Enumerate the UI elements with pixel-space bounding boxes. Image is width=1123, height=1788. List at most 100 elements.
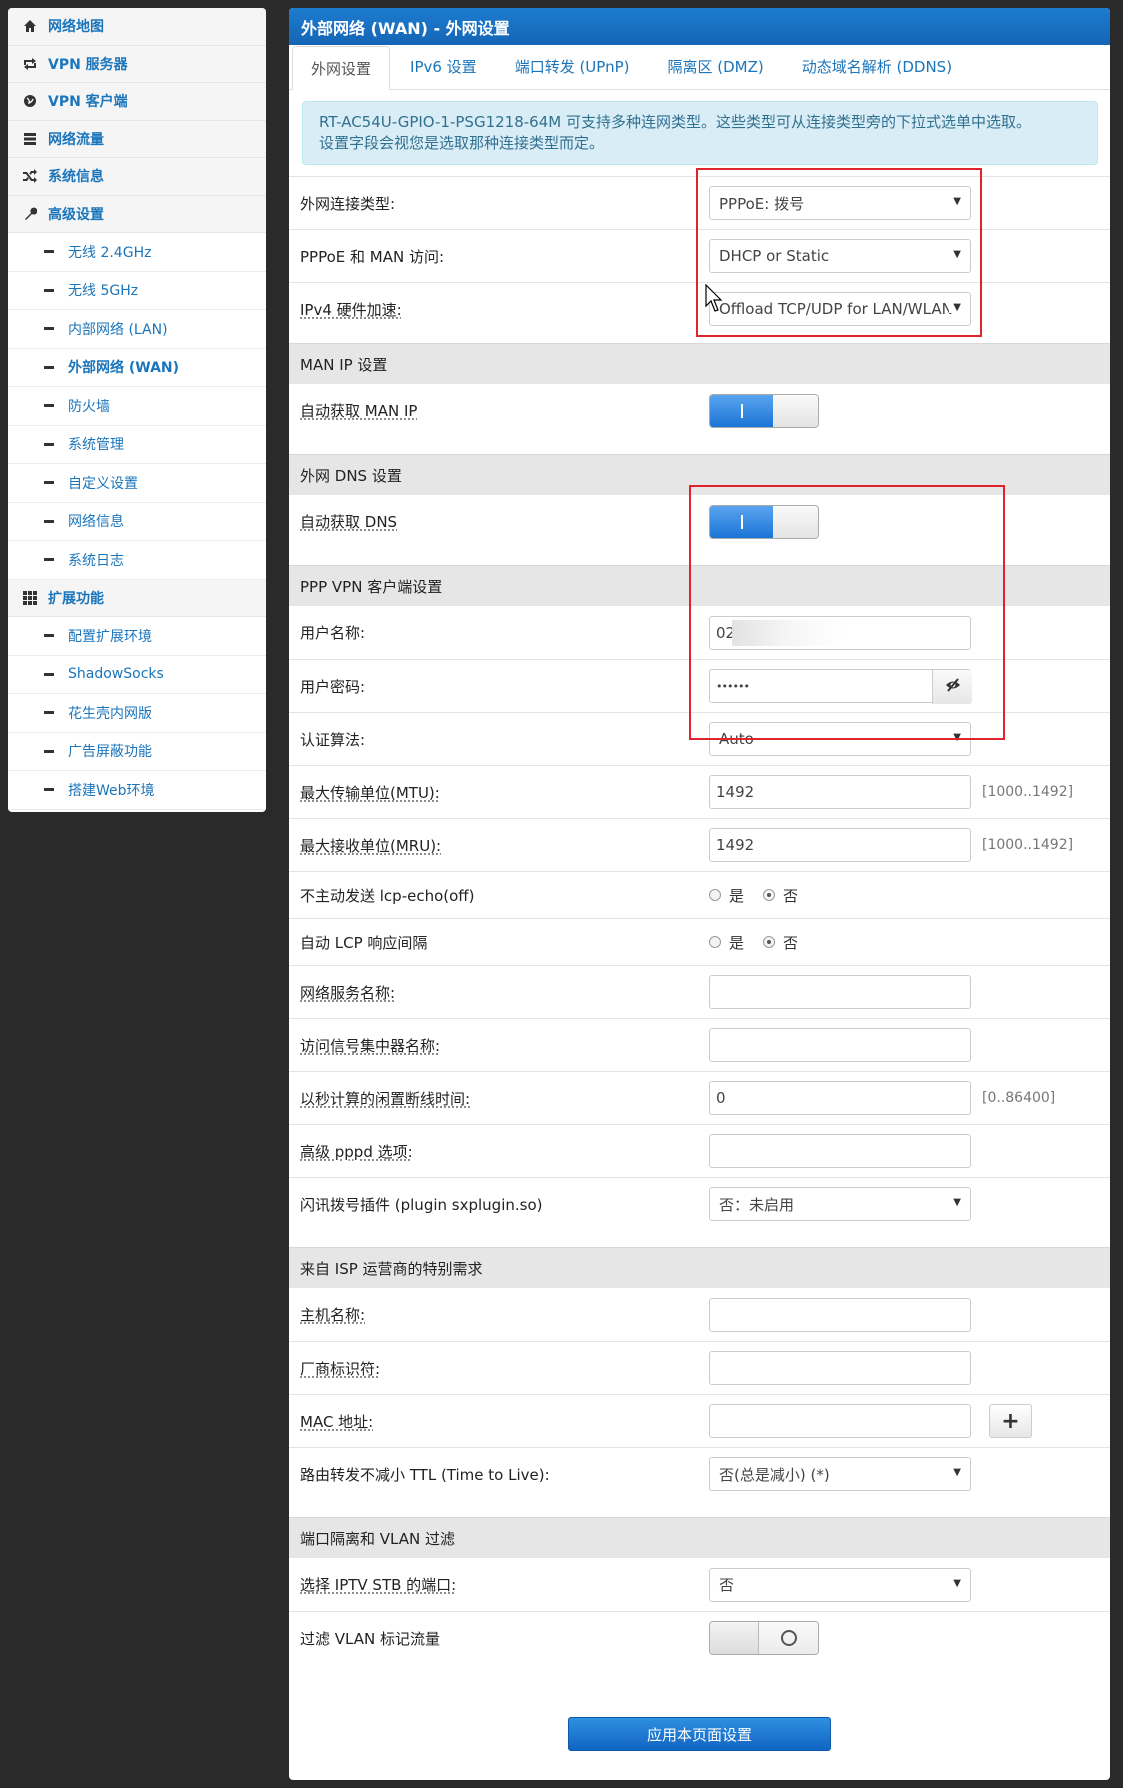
show-password-button[interactable] bbox=[932, 670, 972, 704]
eye-slash-icon bbox=[945, 678, 961, 696]
sidebar-item-extensions[interactable]: 扩展功能 bbox=[8, 579, 266, 617]
sidebar-item-syslog[interactable]: 系统日志 bbox=[8, 541, 266, 580]
sidebar-item-label: 系统管理 bbox=[68, 437, 124, 454]
mtu-input[interactable]: 1492 bbox=[709, 775, 971, 809]
sidebar-item-netinfo[interactable]: 网络信息 bbox=[8, 502, 266, 541]
sidebar-item-traffic[interactable]: 网络流量 bbox=[8, 120, 266, 158]
row-auto-man-ip: 自动获取 MAN IP bbox=[289, 384, 1110, 437]
auth-value: Auto bbox=[719, 730, 754, 748]
tab-wan-settings[interactable]: 外网设置 bbox=[292, 46, 391, 90]
grid-icon bbox=[22, 590, 38, 606]
sidebar-item-label: VPN 客户端 bbox=[48, 94, 128, 111]
iptv-port-select[interactable]: 否 ▼ bbox=[709, 1567, 971, 1602]
chevron-down-icon: ▼ bbox=[949, 302, 961, 313]
ttl-select[interactable]: 否(总是减小) (*) ▼ bbox=[709, 1457, 971, 1491]
redaction-blur bbox=[732, 619, 844, 646]
lcp-echo-yes-radio[interactable] bbox=[709, 889, 721, 901]
sidebar-item-shadowsocks[interactable]: ShadowSocks bbox=[8, 655, 266, 694]
ttl-value: 否(总是减小) (*) bbox=[719, 1465, 830, 1484]
ac-name-input[interactable] bbox=[709, 1028, 971, 1062]
radio-yes-label: 是 bbox=[729, 933, 745, 952]
mac-input[interactable] bbox=[709, 1404, 971, 1438]
sidebar-item-wireless-24[interactable]: 无线 2.4GHz bbox=[8, 233, 266, 272]
chevron-down-icon: ▼ bbox=[949, 732, 961, 743]
tab-port-forward[interactable]: 端口转发 (UPnP) bbox=[497, 45, 648, 89]
sx-plugin-select[interactable]: 否：未启用 ▼ bbox=[709, 1187, 971, 1221]
sidebar-item-vpn-server[interactable]: VPN 服务器 bbox=[8, 45, 266, 83]
password-input[interactable]: •••••• bbox=[709, 669, 972, 704]
vendor-id-input[interactable] bbox=[709, 1351, 971, 1385]
row-auth: 认证算法: Auto ▼ bbox=[289, 712, 1110, 765]
sidebar-item-wan[interactable]: 外部网络 (WAN) bbox=[8, 348, 266, 387]
iptv-port-label: 选择 IPTV STB 的端口: bbox=[300, 1576, 457, 1594]
sx-plugin-label: 闪讯拨号插件 (plugin sxplugin.so) bbox=[300, 1195, 543, 1214]
sidebar-item-label: 搭建Web环境 bbox=[68, 782, 155, 799]
sidebar: 网络地图 VPN 服务器 VPN 客户端 网络流量 系统信息 高级设置 无线 2… bbox=[8, 8, 266, 812]
username-input[interactable]: 02 bbox=[709, 615, 971, 650]
mac-label: MAC 地址: bbox=[300, 1412, 374, 1431]
sidebar-item-adblock[interactable]: 广告屏蔽功能 bbox=[8, 732, 266, 771]
lcp-interval-yes-radio[interactable] bbox=[709, 936, 721, 948]
auto-man-ip-toggle[interactable] bbox=[709, 393, 819, 428]
dash-icon bbox=[44, 788, 54, 792]
lcp-interval-radios: 是 否 bbox=[709, 932, 798, 953]
sidebar-item-web-env[interactable]: 搭建Web环境 bbox=[8, 771, 266, 810]
man-access-label: PPPoE 和 MAN 访问: bbox=[300, 247, 445, 266]
tab-dmz[interactable]: 隔离区 (DMZ) bbox=[649, 45, 781, 89]
sidebar-item-label: VPN 服务器 bbox=[48, 56, 128, 73]
service-name-input[interactable] bbox=[709, 975, 971, 1009]
sidebar-item-vpn-client[interactable]: VPN 客户端 bbox=[8, 83, 266, 121]
sidebar-item-label: 高级设置 bbox=[48, 206, 104, 223]
man-access-select[interactable]: DHCP or Static ▼ bbox=[709, 239, 971, 273]
dash-icon bbox=[44, 711, 54, 715]
row-lcp-interval: 自动 LCP 响应间隔 是 否 bbox=[289, 918, 1110, 965]
row-username: 用户名称: 02 bbox=[289, 606, 1110, 659]
hostname-label: 主机名称: bbox=[300, 1306, 366, 1324]
sidebar-item-label: 配置扩展环境 bbox=[68, 628, 152, 645]
mac-clone-button[interactable]: + bbox=[989, 1404, 1032, 1438]
row-mru: 最大接收单位(MRU): 1492 [1000..1492] bbox=[289, 818, 1110, 871]
idle-time-input[interactable]: 0 bbox=[709, 1081, 971, 1115]
sidebar-item-firewall[interactable]: 防火墙 bbox=[8, 387, 266, 426]
pppd-options-label: 高级 pppd 选项: bbox=[300, 1142, 413, 1161]
sidebar-item-label: 无线 2.4GHz bbox=[68, 244, 152, 261]
auto-dns-toggle[interactable] bbox=[709, 504, 819, 539]
row-man-access: PPPoE 和 MAN 访问: DHCP or Static ▼ bbox=[289, 229, 1110, 282]
sidebar-item-custom[interactable]: 自定义设置 bbox=[8, 464, 266, 503]
row-hostname: 主机名称: bbox=[289, 1288, 1110, 1341]
sidebar-item-ext-config[interactable]: 配置扩展环境 bbox=[8, 617, 266, 656]
sidebar-item-phddns[interactable]: 花生壳内网版 bbox=[8, 694, 266, 733]
sidebar-item-label: 防火墙 bbox=[68, 398, 110, 415]
lcp-interval-no-radio[interactable] bbox=[763, 936, 776, 948]
sidebar-item-admin[interactable]: 系统管理 bbox=[8, 425, 266, 464]
dash-icon bbox=[44, 442, 54, 446]
sidebar-item-advanced[interactable]: 高级设置 bbox=[8, 195, 266, 233]
apply-button[interactable]: 应用本页面设置 bbox=[568, 1717, 831, 1751]
sidebar-item-label: 自定义设置 bbox=[68, 475, 138, 492]
pppd-options-input[interactable] bbox=[709, 1134, 971, 1168]
lcp-echo-no-radio[interactable] bbox=[763, 889, 776, 901]
auth-select[interactable]: Auto ▼ bbox=[709, 722, 971, 756]
sidebar-item-label: 网络信息 bbox=[68, 514, 124, 531]
sidebar-item-wireless-5[interactable]: 无线 5GHz bbox=[8, 271, 266, 310]
sidebar-item-network-map[interactable]: 网络地图 bbox=[8, 8, 266, 46]
list-icon bbox=[22, 131, 38, 147]
auto-dns-label: 自动获取 DNS bbox=[300, 513, 398, 531]
lcp-interval-label: 自动 LCP 响应间隔 bbox=[300, 933, 428, 952]
mru-input[interactable]: 1492 bbox=[709, 828, 971, 862]
tab-ipv6[interactable]: IPv6 设置 bbox=[392, 45, 495, 89]
hw-accel-select[interactable]: Offload TCP/UDP for LAN/WLAN ▼ bbox=[709, 292, 971, 326]
sidebar-item-lan[interactable]: 内部网络 (LAN) bbox=[8, 310, 266, 349]
sidebar-item-system-info[interactable]: 系统信息 bbox=[8, 158, 266, 196]
lcp-echo-label: 不主动发送 lcp-echo(off) bbox=[300, 886, 475, 905]
tab-ddns[interactable]: 动态域名解析 (DDNS) bbox=[784, 45, 970, 89]
vlan-filter-toggle[interactable] bbox=[709, 1621, 819, 1655]
row-idle-time: 以秒计算的闲置断线时间: 0 [0..86400] bbox=[289, 1071, 1110, 1124]
service-name-label: 网络服务名称: bbox=[300, 983, 396, 1002]
hostname-input[interactable] bbox=[709, 1297, 971, 1332]
man-access-value: DHCP or Static bbox=[719, 247, 830, 265]
conn-type-select[interactable]: PPPoE: 拨号 ▼ bbox=[709, 186, 971, 220]
mtu-value: 1492 bbox=[716, 783, 755, 801]
dash-icon bbox=[44, 327, 54, 331]
row-iptv-port: 选择 IPTV STB 的端口: 否 ▼ bbox=[289, 1558, 1110, 1611]
